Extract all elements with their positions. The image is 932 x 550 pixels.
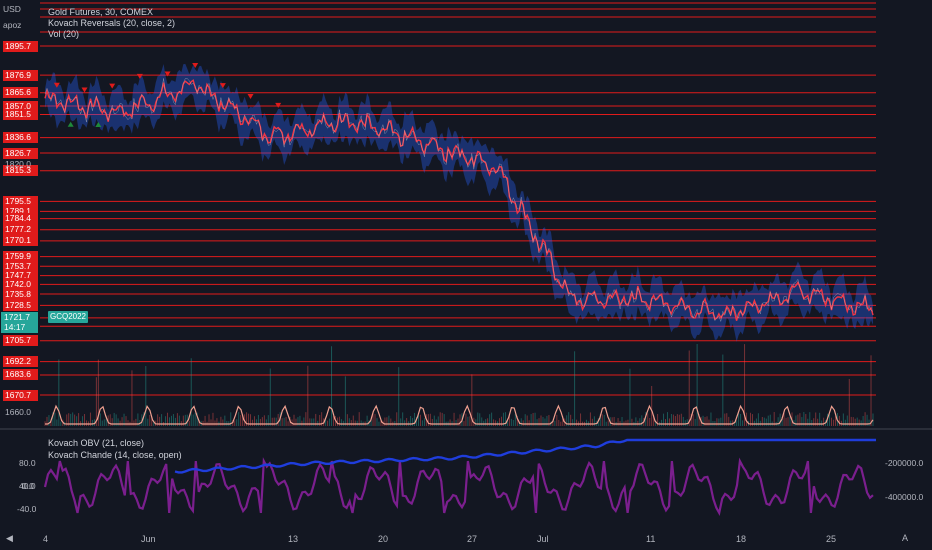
price-level-label: 1777.2	[3, 224, 38, 236]
price-level-label: 1865.6	[3, 87, 38, 99]
chande-oscillator-line	[43, 457, 874, 517]
price-level-label: 1705.7	[3, 335, 38, 347]
buy-marker	[67, 121, 74, 127]
symbol-title[interactable]: Gold Futures, 30, COMEX	[48, 7, 153, 18]
user-label: apoz	[3, 20, 22, 30]
time-tick-27: 27	[467, 534, 478, 544]
price-level-label: 1851.5	[3, 109, 38, 121]
time-tick-18: 18	[736, 534, 747, 544]
currency-label: USD	[3, 4, 21, 14]
indicator-kovach-obv[interactable]: Kovach OBV (21, close)	[48, 438, 144, 449]
price-level-label: 1876.9	[3, 69, 38, 81]
indicator-kovach-chande[interactable]: Kovach Chande (14, close, open)	[48, 450, 182, 461]
time-tick-jul: Jul	[537, 534, 549, 544]
time-tick-25: 25	[826, 534, 837, 544]
time-tick-11: 11	[646, 534, 656, 544]
price-chart-canvas[interactable]	[0, 0, 932, 550]
price-level-label: 1895.7	[3, 40, 38, 52]
sell-marker	[109, 83, 116, 89]
sell-marker	[275, 102, 282, 108]
oscillator-tick-neg40: -40.0	[17, 504, 37, 514]
chart-window[interactable]: USD apoz Gold Futures, 30, COMEX Kovach …	[0, 0, 932, 550]
price-level-label: 1728.5	[3, 299, 38, 311]
indicator-volume[interactable]: Vol (20)	[48, 29, 79, 40]
price-level-label: 1784.4	[3, 213, 38, 225]
time-tick-13: 13	[288, 534, 299, 544]
indicator-kovach-reversals[interactable]: Kovach Reversals (20, close, 2)	[48, 18, 175, 29]
price-level-label: 1683.6	[3, 369, 38, 381]
current-price-tag: 1721.7 14:17	[1, 312, 38, 333]
oscillator-tick-0: 0.0	[22, 481, 34, 491]
auto-scale-button[interactable]: A	[902, 533, 912, 545]
time-tick-20: 20	[378, 534, 389, 544]
bar-countdown: 14:17	[4, 322, 26, 332]
sell-marker	[247, 93, 254, 99]
oscillator-tick-80: 80.0	[19, 458, 36, 468]
symbol-badge[interactable]: GCQ2022	[48, 311, 88, 323]
price-level-label: 1836.6	[3, 132, 38, 144]
price-level-label: 1692.2	[3, 356, 38, 368]
price-tick-1820: 1820.0	[5, 159, 31, 169]
price-tick-1660: 1660.0	[5, 407, 31, 417]
current-price-value: 1721.7	[4, 312, 30, 322]
time-tick-4: 4	[43, 534, 49, 544]
pane-divider[interactable]	[0, 428, 932, 430]
price-level-label: 1826.7	[3, 147, 38, 159]
obv-line	[174, 438, 876, 474]
time-tick-jun: Jun	[141, 534, 156, 544]
scroll-left-button[interactable]: ◀	[6, 533, 16, 545]
price-level-label: 1770.1	[3, 235, 38, 247]
obv-tick-neg400k: -400000.0	[885, 492, 924, 502]
obv-tick-neg200k: -200000.0	[885, 458, 924, 468]
price-level-label: 1670.7	[3, 389, 38, 401]
price-level-label: 1735.8	[3, 288, 38, 300]
